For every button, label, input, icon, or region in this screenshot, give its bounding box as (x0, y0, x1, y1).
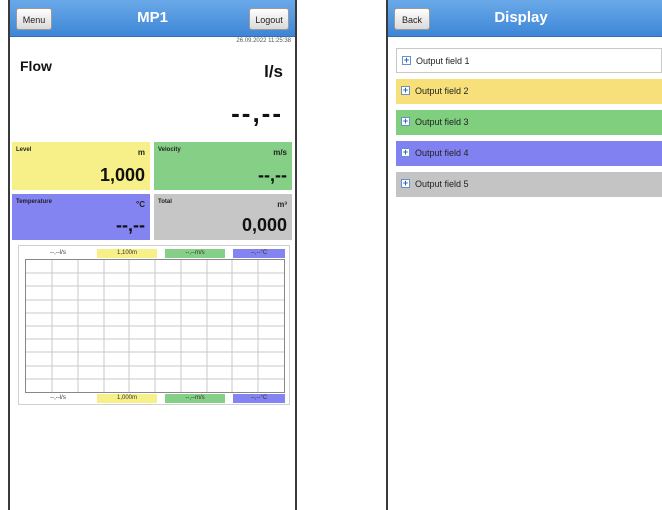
tile-unit: °C (136, 200, 145, 209)
menu-button[interactable]: Menu (16, 8, 52, 30)
legend-level-max: 1,100m (97, 249, 157, 258)
chart-grid-lines (26, 260, 284, 392)
expand-icon: + (401, 178, 410, 188)
output-field-label: Output field 4 (415, 148, 469, 158)
output-field-row-5[interactable]: + Output field 5 (396, 172, 662, 197)
output-field-row-1[interactable]: + Output field 1 (396, 48, 662, 73)
tile-value: --,-- (116, 215, 145, 235)
legend-level-min: 1,000m (97, 394, 157, 403)
title-bar: MP1 Menu Logout (10, 0, 295, 37)
output-field-row-4[interactable]: + Output field 4 (396, 141, 662, 166)
legend-velocity-min: --,--m/s (165, 394, 225, 403)
flow-value: --,-- (231, 98, 283, 128)
expand-icon: + (401, 147, 410, 157)
tile-label: Velocity (158, 147, 181, 153)
velocity-tile[interactable]: Velocity m/s --,-- (154, 142, 292, 190)
logout-button[interactable]: Logout (249, 8, 289, 30)
tile-value: 1,000 (99, 165, 145, 185)
output-field-label: Output field 1 (416, 56, 470, 66)
tile-label: Level (16, 147, 32, 153)
legend-temp-min: --,--°C (233, 394, 285, 403)
tile-unit: m (137, 148, 145, 157)
output-field-label: Output field 5 (415, 179, 469, 189)
legend-velocity-max: --,--m/s (165, 249, 225, 258)
chart-grid (25, 259, 285, 393)
expand-icon: + (401, 116, 410, 126)
main-screen: MP1 Menu Logout 26.09.2022 11:25:38 Flow… (8, 0, 297, 510)
temperature-tile[interactable]: Temperature °C --,-- (12, 194, 150, 240)
tile-unit: m³ (277, 200, 287, 209)
output-field-label: Output field 3 (415, 117, 469, 127)
output-field-row-2[interactable]: + Output field 2 (396, 79, 662, 104)
flow-label: Flow (20, 58, 52, 74)
tile-label: Temperature (16, 199, 52, 205)
back-button[interactable]: Back (394, 8, 430, 30)
tile-value: 0,000 (241, 215, 287, 235)
datetime-label: 26.09.2022 11:25:38 (236, 38, 291, 44)
output-field-row-3[interactable]: + Output field 3 (396, 110, 662, 135)
legend-flow-max: --,--l/s (50, 250, 66, 256)
title-bar: Display Back (388, 0, 662, 37)
total-tile[interactable]: Total m³ 0,000 (154, 194, 292, 240)
display-settings-screen: Display Back (386, 0, 662, 510)
tile-unit: m/s (273, 148, 287, 157)
tile-label: Total (158, 199, 172, 205)
trend-chart[interactable]: --,--l/s 1,100m --,--m/s --,--°C --,--l/… (18, 245, 290, 405)
expand-icon: + (402, 55, 411, 65)
expand-icon: + (401, 85, 410, 95)
flow-unit: l/s (264, 62, 283, 81)
legend-flow-min: --,--l/s (50, 395, 66, 401)
output-field-label: Output field 2 (415, 86, 469, 96)
tile-value: --,-- (258, 165, 287, 185)
legend-temp-max: --,--°C (233, 249, 285, 258)
level-tile[interactable]: Level m 1,000 (12, 142, 150, 190)
